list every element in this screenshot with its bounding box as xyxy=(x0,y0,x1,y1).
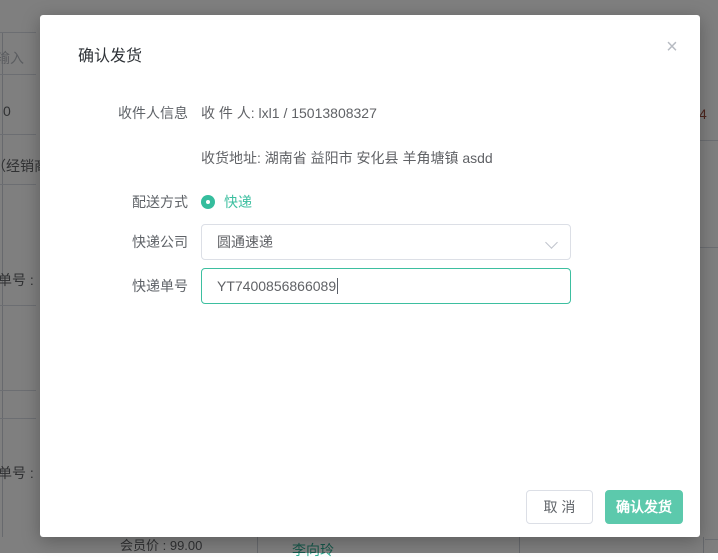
delivery-express-option-label[interactable]: 快递 xyxy=(224,192,252,212)
recipient-info-label: 收件人信息 xyxy=(78,103,188,123)
dialog-title: 确认发货 xyxy=(78,42,142,66)
tracking-number-input[interactable]: YT7400856866089 xyxy=(201,268,571,304)
express-company-select[interactable]: 圆通速递 xyxy=(201,224,571,260)
delivery-method-row: 配送方式 快递 xyxy=(78,192,252,212)
chevron-down-icon[interactable] xyxy=(545,236,558,249)
confirm-shipment-dialog: 确认发货 × 收件人信息 收 件 人: lxl1 / 15013808327 收… xyxy=(40,15,700,537)
address-value: 收货地址: 湖南省 益阳市 安化县 羊角塘镇 asdd xyxy=(201,148,493,168)
tracking-number-row: 快递单号 YT7400856866089 xyxy=(78,268,571,304)
recipient-value: 收 件 人: lxl1 / 15013808327 xyxy=(201,103,377,123)
text-cursor xyxy=(337,278,338,294)
address-row: 收货地址: 湖南省 益阳市 安化县 羊角塘镇 asdd xyxy=(78,148,493,168)
cancel-button[interactable]: 取 消 xyxy=(526,490,593,524)
close-icon[interactable]: × xyxy=(660,35,684,59)
tracking-number-value: YT7400856866089 xyxy=(202,278,336,294)
recipient-row: 收件人信息 收 件 人: lxl1 / 15013808327 xyxy=(78,103,377,123)
express-company-selected-value: 圆通速递 xyxy=(202,232,273,252)
delivery-method-label: 配送方式 xyxy=(78,192,188,212)
express-company-label: 快递公司 xyxy=(78,232,188,252)
express-company-row: 快递公司 圆通速递 xyxy=(78,224,571,260)
tracking-number-label: 快递单号 xyxy=(78,276,188,296)
dialog-footer: 取 消 确认发货 xyxy=(526,490,683,524)
radio-selected-icon[interactable] xyxy=(201,195,215,209)
delivery-express-radio[interactable]: 快递 xyxy=(201,192,252,212)
confirm-shipment-button[interactable]: 确认发货 xyxy=(605,490,683,524)
